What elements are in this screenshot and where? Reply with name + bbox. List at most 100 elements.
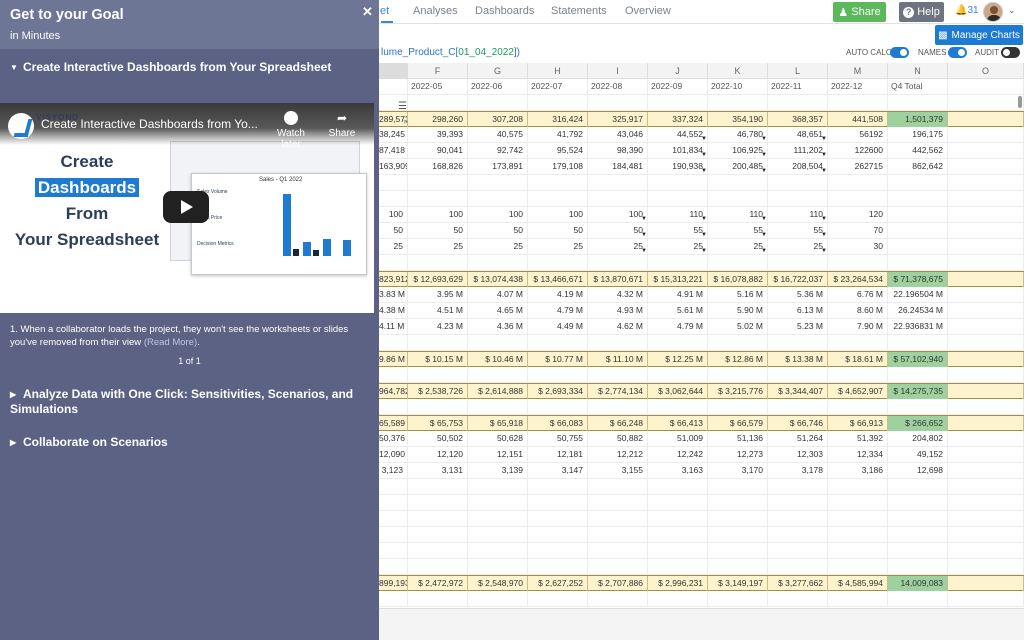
- grid-cell[interactable]: $ 3,277,662: [768, 576, 828, 591]
- grid-cell[interactable]: $ 66,579: [708, 416, 768, 431]
- grid-cell[interactable]: [828, 255, 888, 270]
- grid-cell[interactable]: 100 ▼: [588, 207, 648, 222]
- grid-cell[interactable]: [588, 527, 648, 542]
- tab-analyses[interactable]: Analyses: [413, 5, 458, 17]
- column-header[interactable]: O: [948, 63, 1024, 79]
- grid-cell[interactable]: $ 13.38 M: [768, 352, 828, 367]
- grid-cell[interactable]: [648, 175, 708, 190]
- grid-cell[interactable]: 307,208: [468, 112, 528, 127]
- grid-cell[interactable]: $ 2,996,231: [648, 576, 708, 591]
- grid-cell[interactable]: $ 4,585,994: [828, 576, 888, 591]
- grid-cell[interactable]: [708, 95, 768, 110]
- grid-cell[interactable]: [408, 367, 468, 382]
- grid-cell[interactable]: 325,917: [588, 112, 648, 127]
- grid-cell[interactable]: 50,755: [528, 431, 588, 446]
- grid-cell[interactable]: 12,242: [648, 447, 708, 462]
- grid-cell[interactable]: 122600: [828, 143, 888, 158]
- grid-cell[interactable]: [948, 384, 1024, 399]
- grid-cell[interactable]: [888, 591, 948, 606]
- dropdown-caret-icon[interactable]: ▼: [761, 132, 767, 142]
- formula-bar[interactable]: lume_Product_C[01_04_2022]): [381, 47, 520, 58]
- grid-cell[interactable]: $ 266,652: [888, 416, 948, 431]
- grid-cell[interactable]: [648, 543, 708, 558]
- grid-cell[interactable]: [408, 191, 468, 206]
- grid-cell[interactable]: $ 11.10 M: [588, 352, 648, 367]
- grid-cell[interactable]: $ 66,083: [528, 416, 588, 431]
- grid-cell[interactable]: 22.936831 M: [888, 319, 948, 334]
- grid-cell[interactable]: [888, 191, 948, 206]
- grid-cell[interactable]: $ 65,918: [468, 416, 528, 431]
- grid-cell[interactable]: [888, 399, 948, 414]
- grid-cell[interactable]: [648, 511, 708, 526]
- grid-cell[interactable]: 50: [528, 223, 588, 238]
- grid-cell[interactable]: [888, 223, 948, 238]
- grid-cell[interactable]: [828, 479, 888, 494]
- grid-cell[interactable]: 3,163: [648, 463, 708, 478]
- grid-cell[interactable]: $ 10.15 M: [408, 352, 468, 367]
- grid-cell[interactable]: 3,155: [588, 463, 648, 478]
- grid-cell[interactable]: 5.16 M: [708, 287, 768, 302]
- grid-cell[interactable]: 163,909: [379, 159, 408, 174]
- grid-cell[interactable]: [888, 559, 948, 574]
- grid-cell[interactable]: $ 2,693,334: [528, 384, 588, 399]
- grid-cell[interactable]: [528, 191, 588, 206]
- grid-cell[interactable]: [528, 95, 588, 110]
- grid-cell[interactable]: [708, 335, 768, 350]
- grid-cell[interactable]: $ 2,538,726: [408, 384, 468, 399]
- grid-cell[interactable]: 87,418: [379, 143, 408, 158]
- tab-statements[interactable]: Statements: [551, 5, 607, 17]
- grid-cell[interactable]: $ 13,466,671: [528, 272, 588, 287]
- grid-cell[interactable]: [408, 399, 468, 414]
- grid-cell[interactable]: 120: [828, 207, 888, 222]
- dropdown-caret-icon[interactable]: ▼: [761, 212, 767, 222]
- grid-cell[interactable]: [888, 175, 948, 190]
- grid-cell[interactable]: 51,009: [648, 431, 708, 446]
- dropdown-caret-icon[interactable]: ▼: [761, 244, 767, 254]
- grid-cell[interactable]: 12,151: [468, 447, 528, 462]
- grid-cell[interactable]: [648, 495, 708, 510]
- dropdown-caret-icon[interactable]: ▼: [701, 228, 707, 238]
- grid-cell[interactable]: $ 13,870,671: [588, 272, 648, 287]
- grid-cell[interactable]: 298,260: [408, 112, 468, 127]
- grid-cell[interactable]: 3,147: [528, 463, 588, 478]
- grid-cell[interactable]: $ 2,774,134: [588, 384, 648, 399]
- grid-cell[interactable]: 823,912: [379, 272, 408, 287]
- grid-cell[interactable]: [768, 191, 828, 206]
- grid-cell[interactable]: [768, 335, 828, 350]
- grid-cell[interactable]: 5.02 M: [708, 319, 768, 334]
- grid-cell[interactable]: 39,393: [408, 127, 468, 142]
- grid-cell[interactable]: 354,190: [708, 112, 768, 127]
- grid-cell[interactable]: 4.38 M: [379, 303, 408, 318]
- grid-cell[interactable]: [468, 511, 528, 526]
- grid-cell[interactable]: 2022-08: [588, 79, 648, 94]
- grid-cell[interactable]: [828, 335, 888, 350]
- grid-cell[interactable]: [948, 591, 1024, 606]
- grid-cell[interactable]: 899,193: [379, 576, 408, 591]
- grid-cell[interactable]: 4.19 M: [528, 287, 588, 302]
- column-header[interactable]: H: [528, 63, 588, 79]
- grid-cell[interactable]: 2022-10: [708, 79, 768, 94]
- grid-cell[interactable]: [588, 543, 648, 558]
- grid-cell[interactable]: 101,834 ▼: [648, 143, 708, 158]
- dropdown-caret-icon[interactable]: ▼: [641, 212, 647, 222]
- grid-cell[interactable]: 41,792: [528, 127, 588, 142]
- grid-cell[interactable]: 5.61 M: [648, 303, 708, 318]
- grid-cell[interactable]: 100: [379, 207, 408, 222]
- grid-cell[interactable]: 90,041: [408, 143, 468, 158]
- grid-cell[interactable]: $ 4,652,907: [828, 384, 888, 399]
- grid-cell[interactable]: [948, 79, 1024, 94]
- grid-cell[interactable]: [708, 511, 768, 526]
- grid-cell[interactable]: $ 12,693,629: [408, 272, 468, 287]
- grid-cell[interactable]: 4.91 M: [648, 287, 708, 302]
- grid-cell[interactable]: 4.79 M: [648, 319, 708, 334]
- grid-cell[interactable]: [379, 495, 408, 510]
- grid-cell[interactable]: 49,152: [888, 447, 948, 462]
- grid-cell[interactable]: [948, 191, 1024, 206]
- grid-cell[interactable]: 12,303: [768, 447, 828, 462]
- grid-cell[interactable]: [768, 255, 828, 270]
- grid-cell[interactable]: [588, 495, 648, 510]
- grid-cell[interactable]: 22.196504 M: [888, 287, 948, 302]
- grid-cell[interactable]: [588, 591, 648, 606]
- grid-cell[interactable]: [379, 255, 408, 270]
- grid-cell[interactable]: [588, 479, 648, 494]
